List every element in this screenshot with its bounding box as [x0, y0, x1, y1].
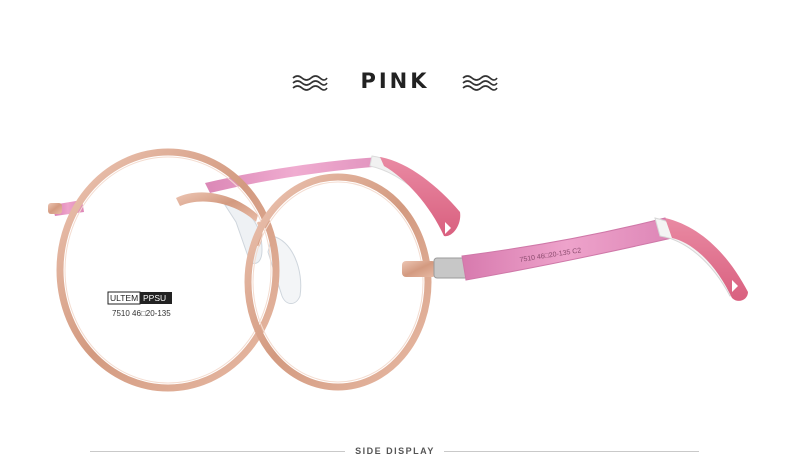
lens-sticker: ULTEM PPSU 7510 46□20-135: [107, 291, 172, 318]
sticker-brand-b: PPSU: [143, 293, 166, 303]
front-temple: 7510 46□20-135 C2: [461, 217, 748, 301]
left-lens-rim: [56, 148, 280, 392]
eyeglasses-product-image: 7510 46□20-135 C2 ULTEM PPSU 7510 46□20-…: [48, 148, 748, 392]
sticker-model-line: 7510 46□20-135: [112, 309, 171, 318]
footer: SIDE DISPLAY: [0, 440, 790, 464]
hinge: [402, 261, 436, 277]
sticker-brand-a: ULTEM: [110, 293, 138, 303]
footer-divider-right: [444, 451, 699, 452]
